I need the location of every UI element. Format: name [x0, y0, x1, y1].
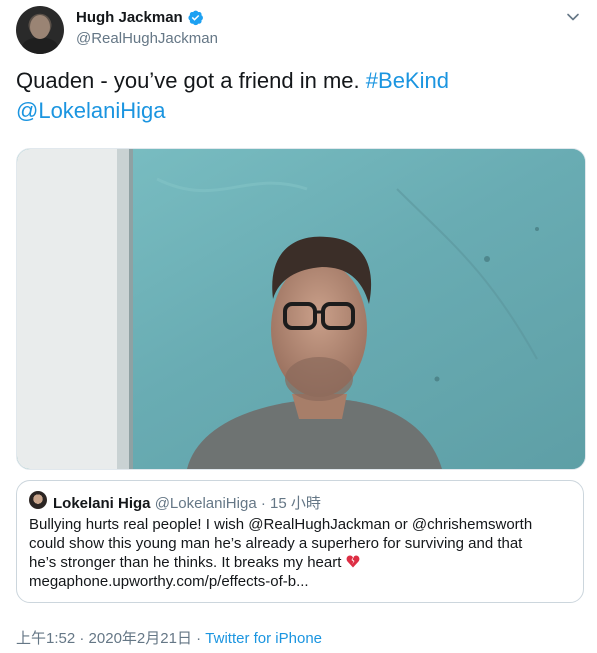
author-name-row[interactable]: Hugh Jackman [76, 9, 204, 26]
author-handle[interactable]: @RealHughJackman [76, 30, 218, 47]
quoted-header: Lokelani Higa @LokelaniHiga · 15 小時 [53, 492, 321, 513]
tweet-video[interactable] [16, 148, 586, 470]
footer-separator-2: · [196, 630, 202, 647]
quoted-line-4[interactable]: megaphone.upworthy.com/p/effects-of-b... [29, 572, 574, 591]
author-name[interactable]: Hugh Jackman [76, 9, 183, 26]
footer-separator-1: · [79, 630, 85, 647]
broken-heart-icon [346, 555, 359, 568]
tweet-text-plain: Quaden - you’ve got a friend in me. [16, 68, 360, 93]
tweet-text: Quaden - you’ve got a friend in me. #BeK… [16, 66, 576, 126]
tweet-footer: 上午1:52 · 2020年2月21日 · Twitter for iPhone [16, 627, 322, 648]
tweet-source-link[interactable]: Twitter for iPhone [205, 630, 322, 647]
tweet-time[interactable]: 上午1:52 [16, 630, 75, 647]
quoted-time[interactable]: 15 小時 [270, 495, 321, 512]
quoted-line-1: Bullying hurts real people! I wish @Real… [29, 516, 533, 533]
chevron-down-icon[interactable] [566, 10, 580, 24]
quoted-line-2: could show this young man he’s already a… [29, 535, 523, 552]
hashtag-link[interactable]: #BeKind [366, 68, 449, 93]
quoted-line-3: he’s stronger than he thinks. It breaks … [29, 553, 574, 572]
author-avatar[interactable] [16, 6, 64, 54]
quoted-text: Bullying hurts real people! I wish @Real… [29, 515, 574, 591]
mention-link[interactable]: @LokelaniHiga [16, 98, 166, 123]
quoted-name[interactable]: Lokelani Higa [53, 495, 151, 512]
quoted-tweet[interactable]: Lokelani Higa @LokelaniHiga · 15 小時 Bull… [16, 480, 584, 603]
verified-badge-icon [188, 10, 203, 26]
video-frame [17, 149, 585, 469]
quoted-avatar[interactable] [29, 491, 47, 509]
quoted-handle[interactable]: @LokelaniHiga [155, 495, 257, 512]
quoted-separator: · [260, 495, 266, 512]
tweet-date[interactable]: 2020年2月21日 [89, 630, 192, 647]
tweet: Hugh Jackman @RealHughJackman Quaden - y… [0, 0, 597, 653]
quoted-line-3-text: he’s stronger than he thinks. It breaks … [29, 554, 342, 571]
